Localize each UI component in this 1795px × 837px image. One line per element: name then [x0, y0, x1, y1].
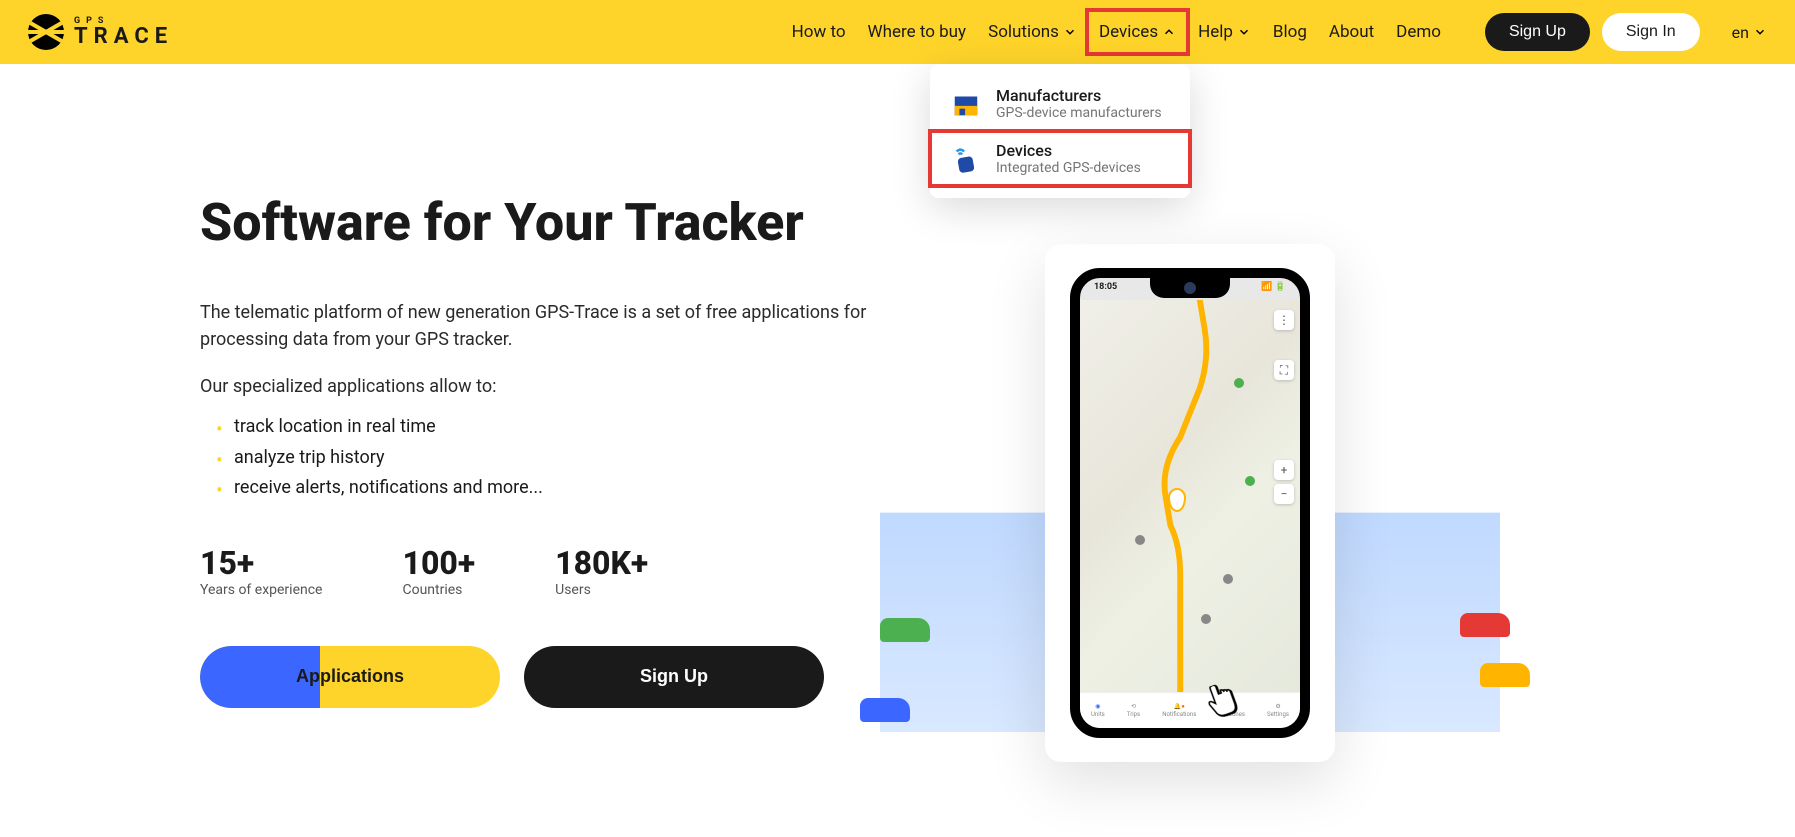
site-header: GPS TRACE How to Where to buy Solutions … [0, 0, 1795, 64]
tab-notifications: 🔔●Notifications [1162, 703, 1196, 718]
bullet-2: analyze trip history [216, 443, 920, 474]
tab-units: ◉Units [1091, 703, 1105, 718]
phone-mockup: 18:05 📶 🔋 ⋮ ⛶ + − [1070, 268, 1310, 738]
car-red-icon [1460, 613, 1510, 637]
main-nav: How to Where to buy Solutions Devices He… [792, 13, 1767, 51]
car-yellow-icon [1480, 663, 1530, 687]
applications-button[interactable]: Applications [200, 646, 500, 708]
chevron-up-icon [1162, 25, 1176, 39]
chevron-down-icon [1237, 25, 1251, 39]
hero-content: Software for Your Tracker The telematic … [200, 124, 920, 762]
logo-text-trace: TRACE [74, 26, 173, 48]
layers-icon: ⋮ [1274, 310, 1294, 330]
hero-buttons: Applications Sign Up [200, 646, 920, 708]
stat-users: 180K+ Users [555, 544, 648, 598]
chevron-down-icon [1063, 25, 1077, 39]
dropdown-item-devices[interactable]: Devices Integrated GPS-devices [930, 131, 1190, 186]
nav-solutions-label: Solutions [988, 22, 1059, 42]
auth-buttons: Sign Up Sign In [1485, 13, 1700, 51]
gps-device-icon [950, 143, 982, 175]
hero-bullets: track location in real time analyze trip… [200, 412, 920, 504]
nav-about[interactable]: About [1329, 22, 1374, 42]
nav-demo[interactable]: Demo [1396, 22, 1441, 42]
stat-experience: 15+ Years of experience [200, 544, 322, 598]
bullet-3: receive alerts, notifications and more..… [216, 473, 920, 504]
zoom-in-icon: + [1274, 460, 1294, 480]
route-path-icon [1080, 300, 1300, 692]
stat-experience-label: Years of experience [200, 582, 322, 598]
map-pin-icon [1201, 614, 1211, 624]
phone-map: ⋮ ⛶ + − [1080, 300, 1300, 692]
stat-countries-label: Countries [402, 582, 475, 598]
devices-dropdown: Manufacturers GPS-device manufacturers D… [930, 64, 1190, 198]
stat-experience-num: 15+ [200, 544, 322, 582]
car-green-icon [880, 618, 930, 642]
chevron-down-icon [1753, 25, 1767, 39]
hero-desc-1: The telematic platform of new generation… [200, 299, 920, 353]
fullscreen-icon: ⛶ [1274, 360, 1294, 380]
dropdown-devices-title: Devices [996, 141, 1141, 160]
phone-bottombar: ◉Units ⟲Trips 🔔●Notifications ▢Geozones … [1080, 692, 1300, 728]
hero-stats: 15+ Years of experience 100+ Countries 1… [200, 544, 920, 598]
hero-illustration: 18:05 📶 🔋 ⋮ ⛶ + − [980, 124, 1400, 762]
sign-up-hero-button[interactable]: Sign Up [524, 646, 824, 708]
warehouse-icon [950, 88, 982, 120]
hero-desc-2: Our specialized applications allow to: [200, 373, 920, 400]
phone-time: 18:05 [1094, 282, 1117, 292]
stat-users-label: Users [555, 582, 648, 598]
dropdown-manufacturers-sub: GPS-device manufacturers [996, 105, 1162, 121]
stat-users-num: 180K+ [555, 544, 648, 582]
applications-button-label: Applications [296, 666, 404, 687]
nav-devices[interactable]: Devices [1099, 22, 1176, 42]
logo-text: GPS TRACE [74, 17, 173, 48]
nav-how-to[interactable]: How to [792, 22, 846, 42]
stat-countries: 100+ Countries [402, 544, 475, 598]
tab-trips: ⟲Trips [1127, 703, 1140, 718]
phone-card: 18:05 📶 🔋 ⋮ ⛶ + − [1045, 244, 1335, 762]
hero-section: Software for Your Tracker The telematic … [0, 64, 1795, 762]
tab-settings: ⚙Settings [1267, 703, 1289, 718]
nav-where-to-buy[interactable]: Where to buy [868, 22, 967, 42]
car-blue-icon [860, 698, 910, 722]
logo[interactable]: GPS TRACE [28, 14, 173, 50]
dropdown-devices-sub: Integrated GPS-devices [996, 160, 1141, 176]
nav-help[interactable]: Help [1198, 22, 1251, 42]
phone-notch [1150, 278, 1230, 298]
stat-countries-num: 100+ [402, 544, 475, 582]
nav-blog[interactable]: Blog [1273, 22, 1307, 42]
dropdown-manufacturers-title: Manufacturers [996, 86, 1162, 105]
dropdown-item-manufacturers[interactable]: Manufacturers GPS-device manufacturers [930, 76, 1190, 131]
bullet-1: track location in real time [216, 412, 920, 443]
zoom-out-icon: − [1274, 484, 1294, 504]
sign-up-button[interactable]: Sign Up [1485, 13, 1590, 51]
language-selector[interactable]: en [1732, 23, 1767, 42]
nav-solutions[interactable]: Solutions [988, 22, 1077, 42]
nav-devices-label: Devices [1099, 22, 1158, 42]
nav-help-label: Help [1198, 22, 1233, 42]
language-label: en [1732, 23, 1749, 42]
phone-status-icons: 📶 🔋 [1261, 282, 1286, 292]
sign-in-button[interactable]: Sign In [1602, 13, 1700, 51]
logo-icon [28, 14, 64, 50]
hero-heading: Software for Your Tracker [200, 194, 920, 251]
